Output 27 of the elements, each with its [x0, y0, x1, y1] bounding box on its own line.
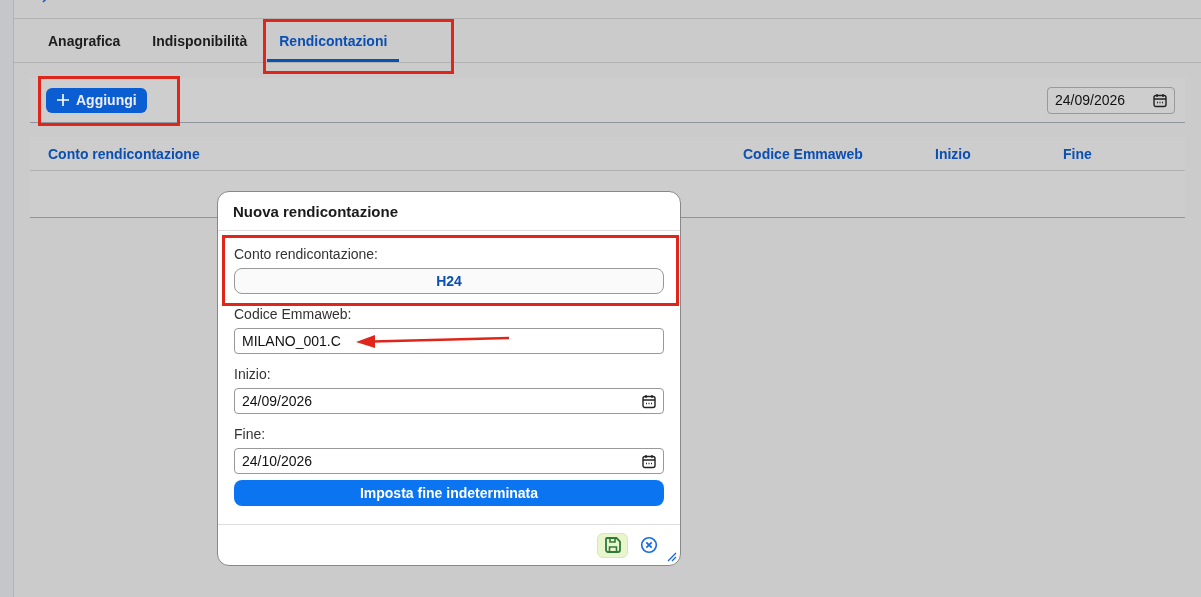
calendar-icon: [642, 393, 656, 409]
add-button[interactable]: Aggiungi: [46, 87, 147, 113]
date-field[interactable]: 24/09/2026: [234, 388, 664, 414]
column-header[interactable]: Inizio: [935, 145, 971, 162]
calendar-icon: [642, 453, 656, 469]
date-field[interactable]: 24/10/2026: [234, 448, 664, 474]
field-label: Inizio:: [234, 366, 272, 382]
column-header[interactable]: Fine: [1063, 145, 1092, 162]
column-header[interactable]: Conto rendicontazione: [48, 145, 200, 162]
field-label: Codice Emmaweb:: [234, 306, 353, 322]
tab[interactable]: Rendicontazioni: [267, 19, 400, 62]
column-header[interactable]: Codice Emmaweb: [743, 145, 863, 162]
input-field[interactable]: MILANO_001.C: [234, 328, 664, 354]
plus-icon: [56, 93, 70, 107]
calendar-icon: [1153, 92, 1167, 108]
save-button[interactable]: [597, 532, 628, 558]
field-label: Fine:: [234, 426, 267, 442]
close-icon: [640, 536, 658, 554]
resize-grip-icon[interactable]: [667, 552, 677, 562]
field-label: Conto rendicontazione:: [234, 246, 379, 262]
tab[interactable]: Indisponibilità: [140, 19, 260, 62]
set-indefinite-end-button[interactable]: Imposta fine indeterminata: [234, 480, 664, 506]
tab[interactable]: Anagrafica: [36, 19, 133, 62]
close-button[interactable]: [640, 536, 658, 554]
select-field[interactable]: H24: [234, 268, 664, 294]
dialog-title: Nuova rendicontazione: [218, 192, 680, 231]
date-field[interactable]: 24/09/2026: [1047, 86, 1175, 114]
